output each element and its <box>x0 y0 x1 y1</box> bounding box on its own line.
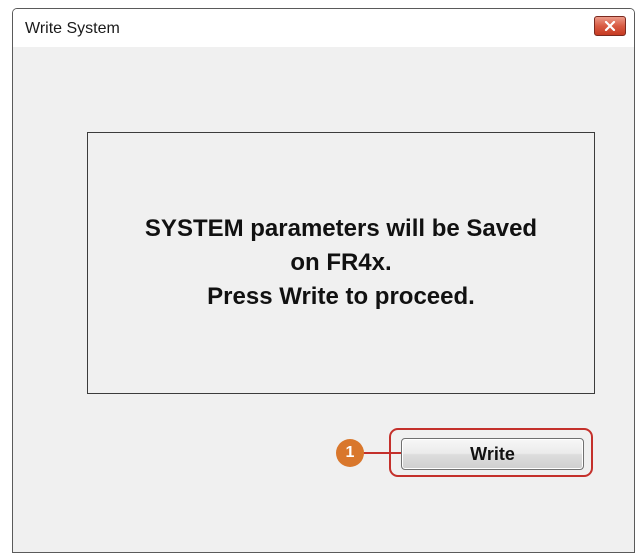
message-line: SYSTEM parameters will be Saved <box>144 215 538 242</box>
callout-badge: 1 <box>336 439 364 467</box>
close-icon <box>604 21 616 31</box>
write-button[interactable]: Write <box>401 438 584 470</box>
close-button[interactable] <box>594 16 626 36</box>
message-line: on FR4x. <box>290 249 392 276</box>
message-line: Press Write to proceed. <box>207 283 475 310</box>
write-system-dialog: Write System SYSTEM parameters will be S… <box>12 8 635 553</box>
dialog-content: SYSTEM parameters will be Saved on FR4x.… <box>13 47 634 552</box>
message-panel: SYSTEM parameters will be Saved on FR4x.… <box>87 132 595 394</box>
window-title: Write System <box>25 20 120 37</box>
title-bar[interactable]: Write System <box>13 9 634 48</box>
callout-connector <box>362 452 402 454</box>
message-text: SYSTEM parameters will be Saved on FR4x.… <box>145 212 537 314</box>
